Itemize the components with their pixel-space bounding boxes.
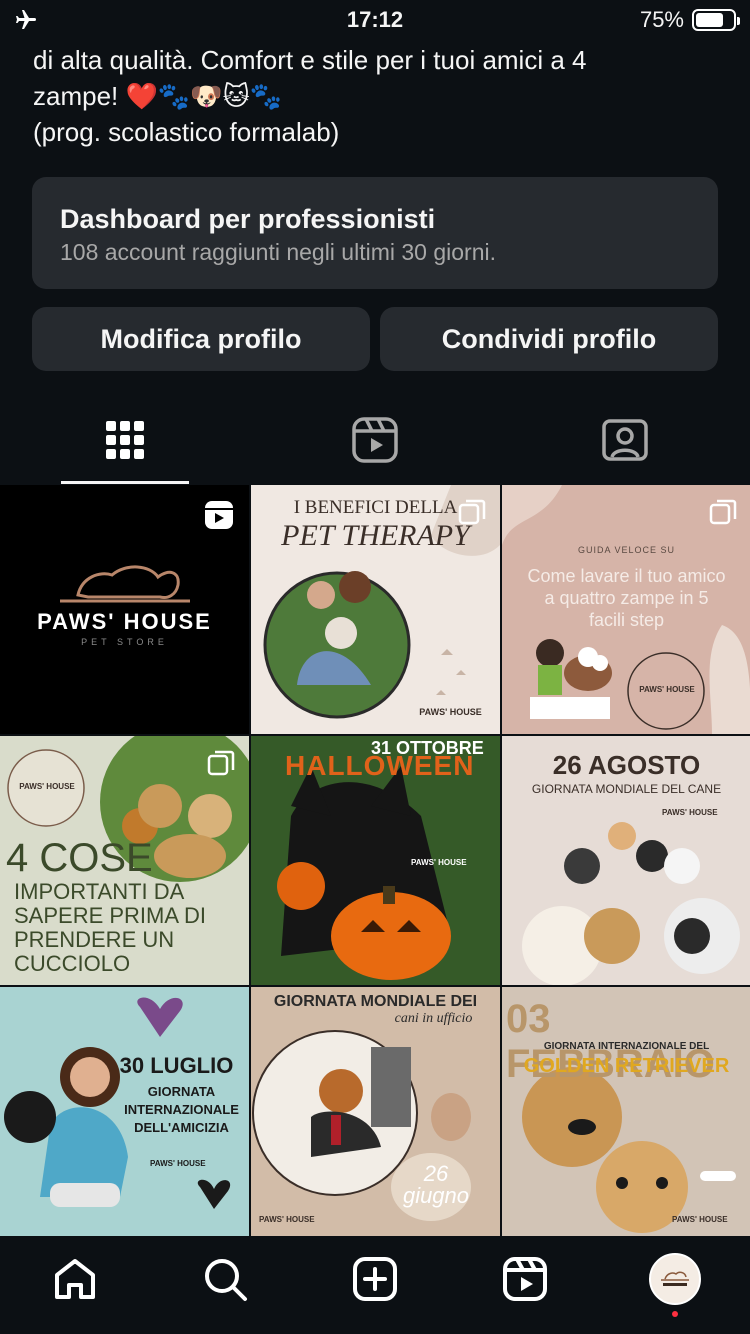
battery-percent: 75%: [639, 7, 684, 32]
post-title: I BENEFICI DELLA: [293, 497, 458, 518]
post-subtitle: PET STORE: [81, 637, 168, 647]
post-tile[interactable]: 26 AGOSTO GIORNATA MONDIALE DEL CANE PAW…: [502, 736, 750, 985]
reels-icon: [503, 1257, 547, 1301]
posts-grid: PAWS' HOUSE PET STORE I BENEFICI DELLA P…: [0, 485, 750, 1236]
profile-tabs: [0, 396, 750, 484]
post-title: GIORNATA MONDIALE DEI: [273, 993, 478, 1010]
post-brand: PAWS' HOUSE: [419, 707, 482, 717]
edit-profile-button[interactable]: Modifica profilo: [32, 307, 370, 371]
create-icon: [353, 1257, 397, 1301]
post-brand: PAWS' HOUSE: [672, 1215, 728, 1224]
search-icon: [205, 1259, 247, 1301]
post-tile[interactable]: 03 FEBBRAIO GIORNATA INTERNAZIONALE DEL …: [502, 987, 750, 1236]
post-subtitle: PET THERAPY: [281, 519, 470, 552]
post-tile[interactable]: GIORNATA MONDIALE DEI cani in ufficio 26…: [251, 987, 500, 1236]
post-tile[interactable]: I BENEFICI DELLA PET THERAPY PAWS' HOUSE: [251, 485, 500, 734]
post-title: Come lavare il tuo amico a quattro zampe…: [527, 566, 726, 630]
tab-reels[interactable]: [250, 396, 500, 484]
notification-dot: [672, 1311, 678, 1317]
post-brand: PAWS' HOUSE: [19, 782, 75, 791]
bottom-navigation: [0, 1236, 750, 1334]
bio-line: di alta qualità. Comfort e stile per i t…: [33, 45, 587, 75]
reel-badge-icon: [205, 501, 233, 529]
post-subtitle: GIORNATA INTERNAZIONALE DEL: [543, 1041, 710, 1052]
active-tab-indicator: [61, 481, 189, 484]
post-tile[interactable]: 30 LUGLIO GIORNATA INTERNAZIONALE DELL'A…: [0, 987, 249, 1236]
nav-reels[interactable]: [485, 1239, 565, 1319]
post-subtitle: IMPORTANTI DA SAPERE PRIMA DI PRENDERE U…: [14, 879, 206, 976]
nav-home[interactable]: [35, 1239, 115, 1319]
post-tile[interactable]: HALLOWEEN 31 OTTOBRE PAWS' HOUSE: [251, 736, 500, 985]
tab-grid[interactable]: [0, 396, 250, 484]
airplane-mode-icon: [14, 8, 134, 32]
post-title: 30 LUGLIO: [119, 1053, 234, 1078]
carousel-badge-icon: [709, 499, 737, 525]
profile-avatar: [649, 1253, 701, 1305]
bio-line: (prog. scolastico formalab): [33, 117, 340, 147]
nav-create[interactable]: [335, 1239, 415, 1319]
post-brand: PAWS' HOUSE: [259, 1215, 315, 1224]
profile-bio: di alta qualità. Comfort e stile per i t…: [33, 42, 723, 150]
share-profile-button[interactable]: Condividi profilo: [380, 307, 718, 371]
home-icon: [55, 1259, 95, 1299]
professional-dashboard-card[interactable]: Dashboard per professionisti 108 account…: [32, 177, 718, 289]
post-brand: PAWS' HOUSE: [150, 1159, 206, 1168]
dashboard-title: Dashboard per professionisti: [60, 204, 436, 234]
post-brand: PAWS' HOUSE: [662, 808, 718, 817]
carousel-badge-icon: [207, 750, 235, 776]
grid-icon: [106, 421, 144, 459]
status-bar: 17:12 75%: [0, 0, 750, 40]
bio-line: zampe! ❤️🐾🐶🐱🐾: [33, 81, 283, 111]
reels-icon: [352, 417, 398, 463]
nav-search[interactable]: [185, 1239, 265, 1319]
nav-profile[interactable]: [635, 1239, 715, 1319]
paws-house-logo-icon: [661, 1271, 689, 1286]
post-title: PAWS' HOUSE: [37, 609, 212, 634]
post-subtitle: GIORNATA MONDIALE DEL CANE: [531, 782, 722, 796]
post-subtitle: GUIDA VELOCE SU: [577, 545, 676, 555]
post-tile[interactable]: PAWS' HOUSE 4 COSE IMPORTANTI DA SAPERE …: [0, 736, 249, 985]
post-tile[interactable]: GUIDA VELOCE SU Come lavare il tuo amico…: [502, 485, 750, 734]
post-brand: PAWS' HOUSE: [639, 685, 695, 694]
post-highlight: GOLDEN RETRIEVER: [523, 1055, 730, 1077]
battery-icon: [692, 9, 740, 31]
carousel-badge-icon: [458, 499, 486, 525]
post-tile[interactable]: PAWS' HOUSE PET STORE: [0, 485, 249, 734]
dashboard-subtitle: 108 account raggiunti negli ultimi 30 gi…: [60, 239, 496, 265]
post-date: 26 giugno: [402, 1161, 470, 1208]
post-subtitle: 31 OTTOBRE: [371, 738, 484, 758]
tagged-icon: [602, 419, 648, 461]
post-subtitle: cani in ufficio: [394, 1011, 473, 1026]
post-subtitle: GIORNATA INTERNAZIONALE DELL'AMICIZIA: [124, 1084, 239, 1135]
post-title: 4 COSE: [6, 836, 153, 880]
post-brand: PAWS' HOUSE: [411, 858, 467, 867]
tab-tagged[interactable]: [500, 396, 750, 484]
post-title: 26 AGOSTO: [552, 750, 701, 780]
